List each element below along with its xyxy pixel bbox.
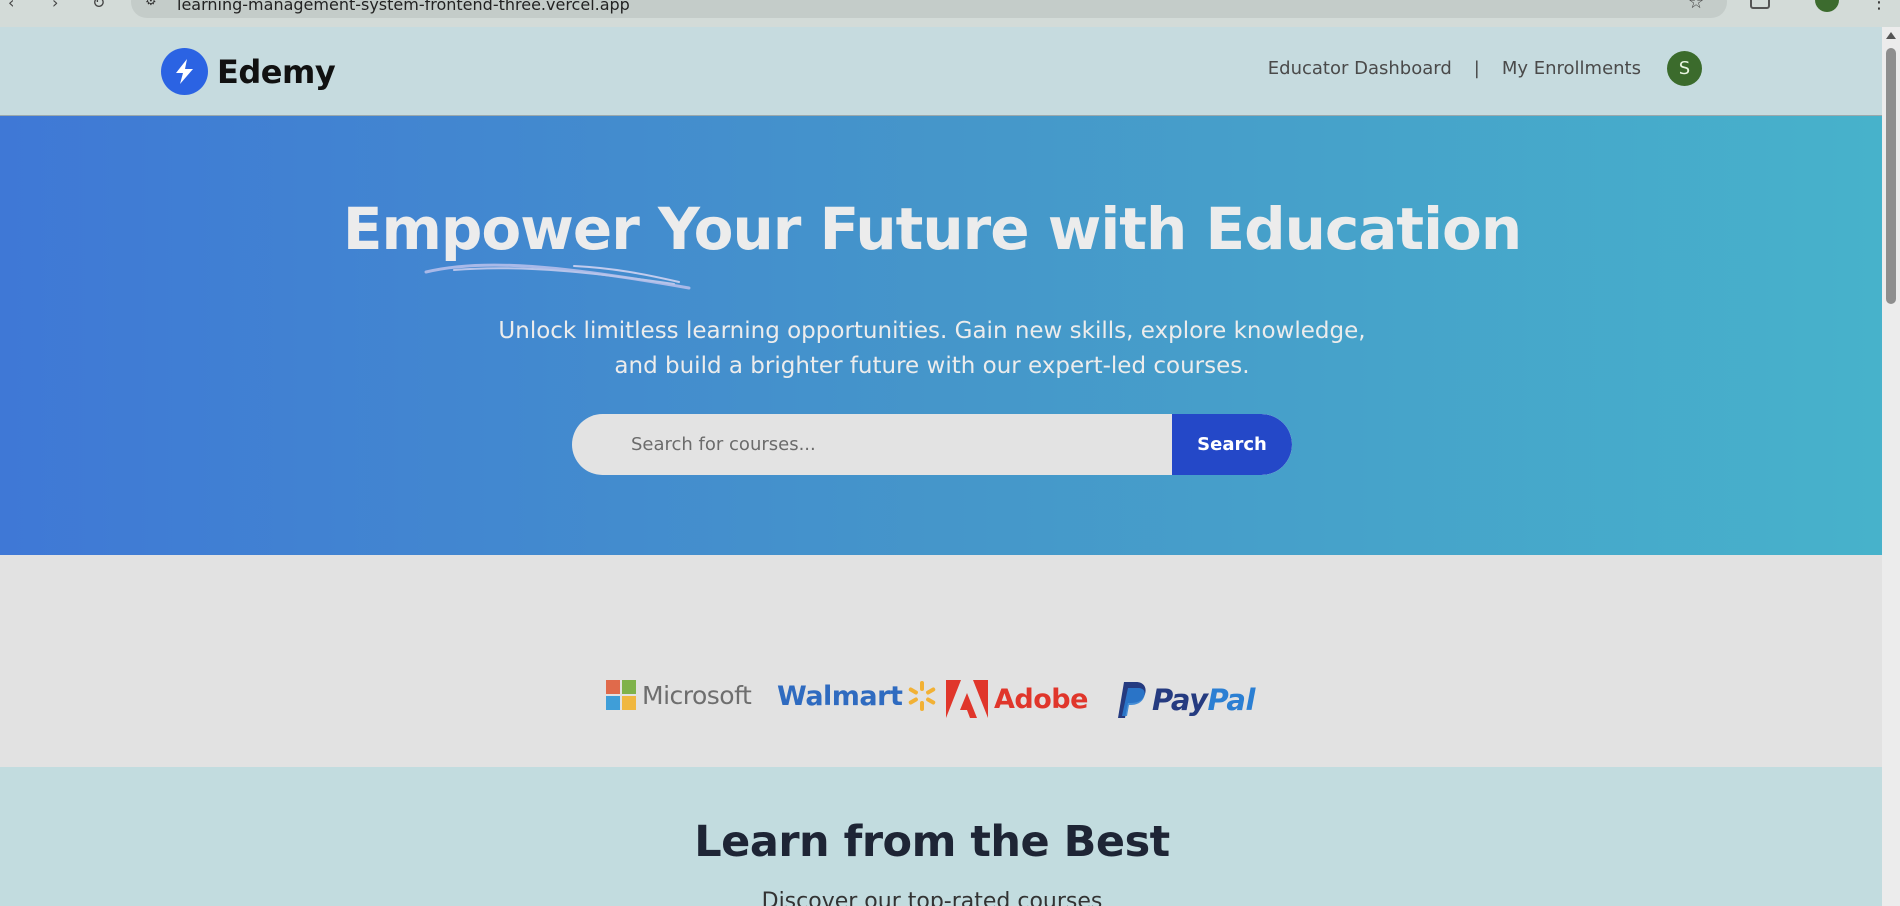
scrollbar-thumb[interactable]: [1886, 48, 1896, 304]
forward-arrow-icon[interactable]: ›: [52, 0, 58, 12]
search-input[interactable]: [572, 414, 1172, 475]
microsoft-text: Microsoft: [642, 680, 752, 710]
lightning-bolt-icon: [161, 48, 208, 95]
my-enrollments-link[interactable]: My Enrollments: [1502, 58, 1641, 79]
trusted-companies-section: Microsoft Walmart Adobe PayPal: [0, 555, 1882, 767]
microsoft-logo: Microsoft: [606, 680, 752, 710]
educator-dashboard-link[interactable]: Educator Dashboard: [1268, 58, 1452, 79]
learn-title: Learn from the Best: [694, 817, 1170, 867]
browser-profile-icon[interactable]: [1815, 0, 1839, 12]
logo-text: Edemy: [217, 52, 336, 91]
back-arrow-icon[interactable]: ‹: [8, 0, 14, 12]
hero-subtitle-line2: and build a brighter future with our exp…: [614, 353, 1250, 379]
bookmark-star-icon[interactable]: ☆: [1688, 0, 1704, 13]
hero-subtitle: Unlock limitless learning opportunities.…: [0, 314, 1864, 384]
browser-toolbar: ‹ › ↻ ⚙ learning-management-system-front…: [0, 0, 1900, 27]
site-info-icon[interactable]: ⚙: [145, 0, 157, 9]
extensions-icon[interactable]: [1750, 0, 1770, 9]
reload-icon[interactable]: ↻: [92, 0, 105, 12]
hero-section: Empower Your Future with Education Unloc…: [0, 116, 1882, 555]
paypal-text-part1: Pay: [1152, 683, 1208, 717]
url-text[interactable]: learning-management-system-frontend-thre…: [177, 0, 630, 14]
paypal-logo: PayPal: [1116, 680, 1255, 720]
adobe-a-icon: [946, 680, 988, 718]
nav-separator: |: [1473, 58, 1480, 79]
site-header: Edemy Educator Dashboard | My Enrollment…: [0, 27, 1882, 116]
search-bar: Search: [572, 414, 1292, 475]
search-button[interactable]: Search: [1172, 414, 1292, 475]
walmart-logo: Walmart: [777, 680, 938, 712]
paypal-p-icon: [1118, 682, 1146, 718]
hero-title: Empower Your Future with Education: [342, 195, 1522, 263]
learn-subtitle: Discover our top-rated courses: [761, 889, 1103, 906]
paypal-text-part2: Pal: [1207, 683, 1255, 717]
user-avatar[interactable]: S: [1667, 51, 1702, 86]
header-nav: Educator Dashboard | My Enrollments S: [1268, 51, 1702, 86]
microsoft-grid-icon: [606, 680, 636, 710]
paypal-text: PayPal: [1152, 683, 1255, 717]
address-bar[interactable]: ⚙ learning-management-system-frontend-th…: [131, 0, 1727, 18]
sketch-underline-icon: [424, 263, 691, 290]
scroll-up-arrow-icon[interactable]: [1886, 32, 1896, 39]
hero-subtitle-line1: Unlock limitless learning opportunities.…: [498, 318, 1366, 344]
adobe-text: Adobe: [994, 683, 1088, 715]
logo[interactable]: Edemy: [161, 48, 336, 95]
walmart-spark-icon: [909, 681, 936, 711]
walmart-text: Walmart: [777, 680, 903, 712]
browser-menu-icon[interactable]: ⋮: [1870, 0, 1888, 13]
page-scrollbar[interactable]: [1882, 27, 1900, 906]
learn-section: Learn from the Best Discover our top-rat…: [0, 767, 1882, 906]
adobe-logo: Adobe: [946, 680, 1088, 718]
